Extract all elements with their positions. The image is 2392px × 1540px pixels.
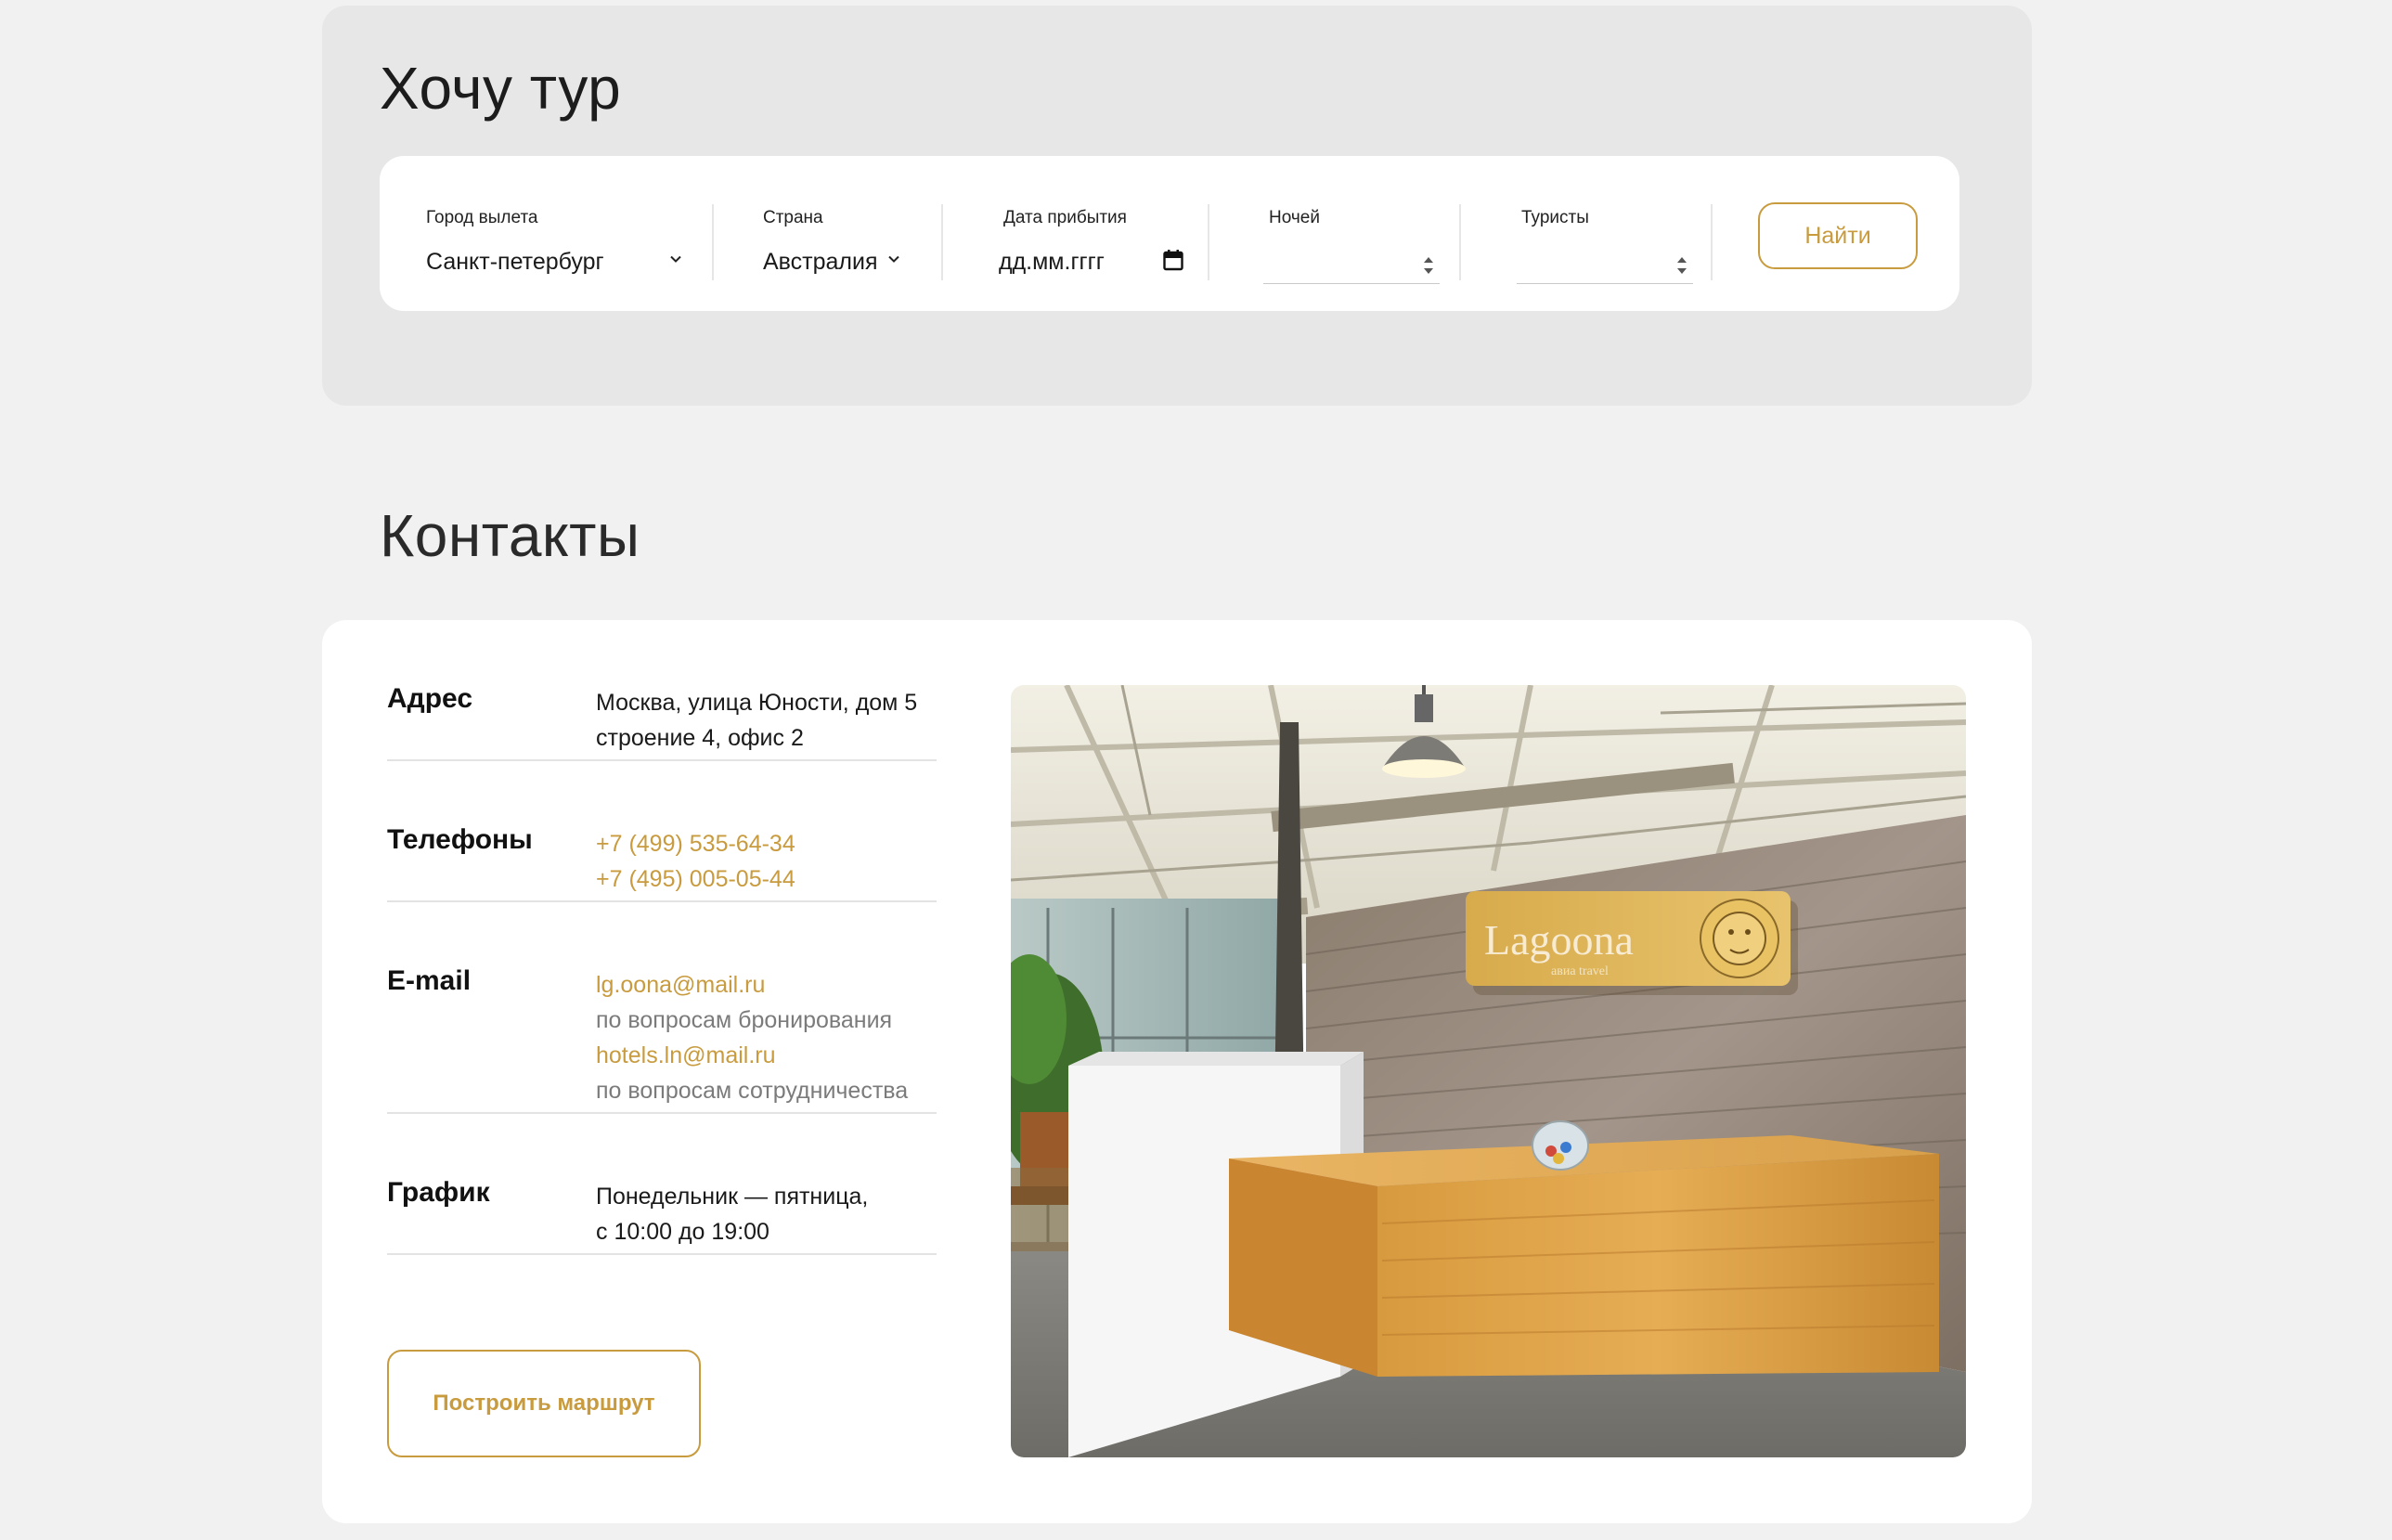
page: Хочу тур Город вылета Санкт-петербург Ст… (0, 0, 2392, 1540)
tour-title: Хочу тур (380, 55, 622, 122)
tourists-input[interactable] (1517, 245, 1693, 284)
email-value: lg.oona@mail.ru по вопросам бронирования… (596, 967, 908, 1108)
field-divider (1459, 204, 1461, 280)
field-divider (712, 204, 714, 280)
address-line: строение 4, офис 2 (596, 725, 804, 751)
email-link[interactable]: lg.oona@mail.ru (596, 967, 908, 1003)
phones-value: +7 (499) 535-64-34 +7 (495) 005-05-44 (596, 826, 795, 897)
address-line: Москва, улица Юности, дом 5 (596, 690, 918, 716)
tour-search-bar: Город вылета Санкт-петербург Страна Авст… (380, 156, 1959, 311)
svg-text:авиа travel: авиа travel (1551, 964, 1609, 978)
spinner-arrows-icon[interactable] (1421, 252, 1436, 278)
chevron-down-icon[interactable] (669, 252, 682, 265)
country-select[interactable]: Страна Австралия (763, 156, 912, 311)
schedule-line: Понедельник — пятница, (596, 1184, 869, 1210)
field-divider (1711, 204, 1713, 280)
country-value[interactable]: Австралия (763, 249, 878, 276)
tourists-field: Туристы (1503, 156, 1693, 311)
email-note: по вопросам бронирования (596, 1007, 893, 1033)
schedule-line: с 10:00 до 19:00 (596, 1219, 769, 1245)
nights-label: Ночей (1269, 208, 1320, 227)
phones-label: Телефоны (387, 824, 533, 855)
email-link[interactable]: hotels.ln@mail.ru (596, 1038, 908, 1073)
arrival-date-input[interactable]: Дата прибытия дд.мм.гггг (992, 156, 1187, 311)
nights-field: Ночей (1252, 156, 1440, 311)
lagoona-sign-logo: Lagoona авиа travel (1466, 891, 1798, 995)
departure-city-label: Город вылета (426, 208, 538, 227)
field-divider (941, 204, 943, 280)
departure-city-value[interactable]: Санкт-петербург (426, 249, 604, 276)
email-label: E-mail (387, 965, 472, 996)
find-button[interactable]: Найти (1758, 202, 1918, 269)
field-divider (1208, 204, 1209, 280)
address-label: Адрес (387, 683, 473, 714)
email-note: по вопросам сотрудничества (596, 1078, 909, 1104)
chevron-down-icon[interactable] (887, 252, 900, 265)
schedule-value: Понедельник — пятница, с 10:00 до 19:00 (596, 1179, 868, 1249)
spinner-arrows-icon[interactable] (1674, 252, 1689, 278)
schedule-label: График (387, 1177, 490, 1208)
build-route-button[interactable]: Построить маршрут (387, 1350, 701, 1457)
phone-link[interactable]: +7 (495) 005-05-44 (596, 861, 795, 897)
schedule-row: График Понедельник — пятница, с 10:00 до… (387, 1177, 937, 1255)
arrival-date-placeholder[interactable]: дд.мм.гггг (999, 249, 1105, 276)
address-row: Адрес Москва, улица Юности, дом 5 строен… (387, 683, 937, 761)
country-label: Страна (763, 208, 823, 227)
address-value: Москва, улица Юности, дом 5 строение 4, … (596, 685, 917, 756)
contacts-title: Контакты (380, 502, 640, 569)
email-row: E-mail lg.oona@mail.ru по вопросам брони… (387, 965, 937, 1114)
arrival-date-label: Дата прибытия (1003, 208, 1127, 227)
phones-row: Телефоны +7 (499) 535-64-34 +7 (495) 005… (387, 824, 937, 902)
contacts-card: Адрес Москва, улица Юности, дом 5 строен… (322, 620, 2032, 1523)
nights-input[interactable] (1263, 245, 1440, 284)
calendar-icon[interactable] (1163, 249, 1183, 271)
office-reception-photo: Lagoona авиа travel (1011, 685, 1966, 1457)
departure-city-select[interactable]: Город вылета Санкт-петербург (426, 156, 681, 311)
svg-text:Lagoona: Lagoona (1484, 916, 1634, 964)
tour-search-panel: Хочу тур Город вылета Санкт-петербург Ст… (322, 6, 2032, 406)
phone-link[interactable]: +7 (499) 535-64-34 (596, 826, 795, 861)
tourists-label: Туристы (1521, 208, 1589, 227)
